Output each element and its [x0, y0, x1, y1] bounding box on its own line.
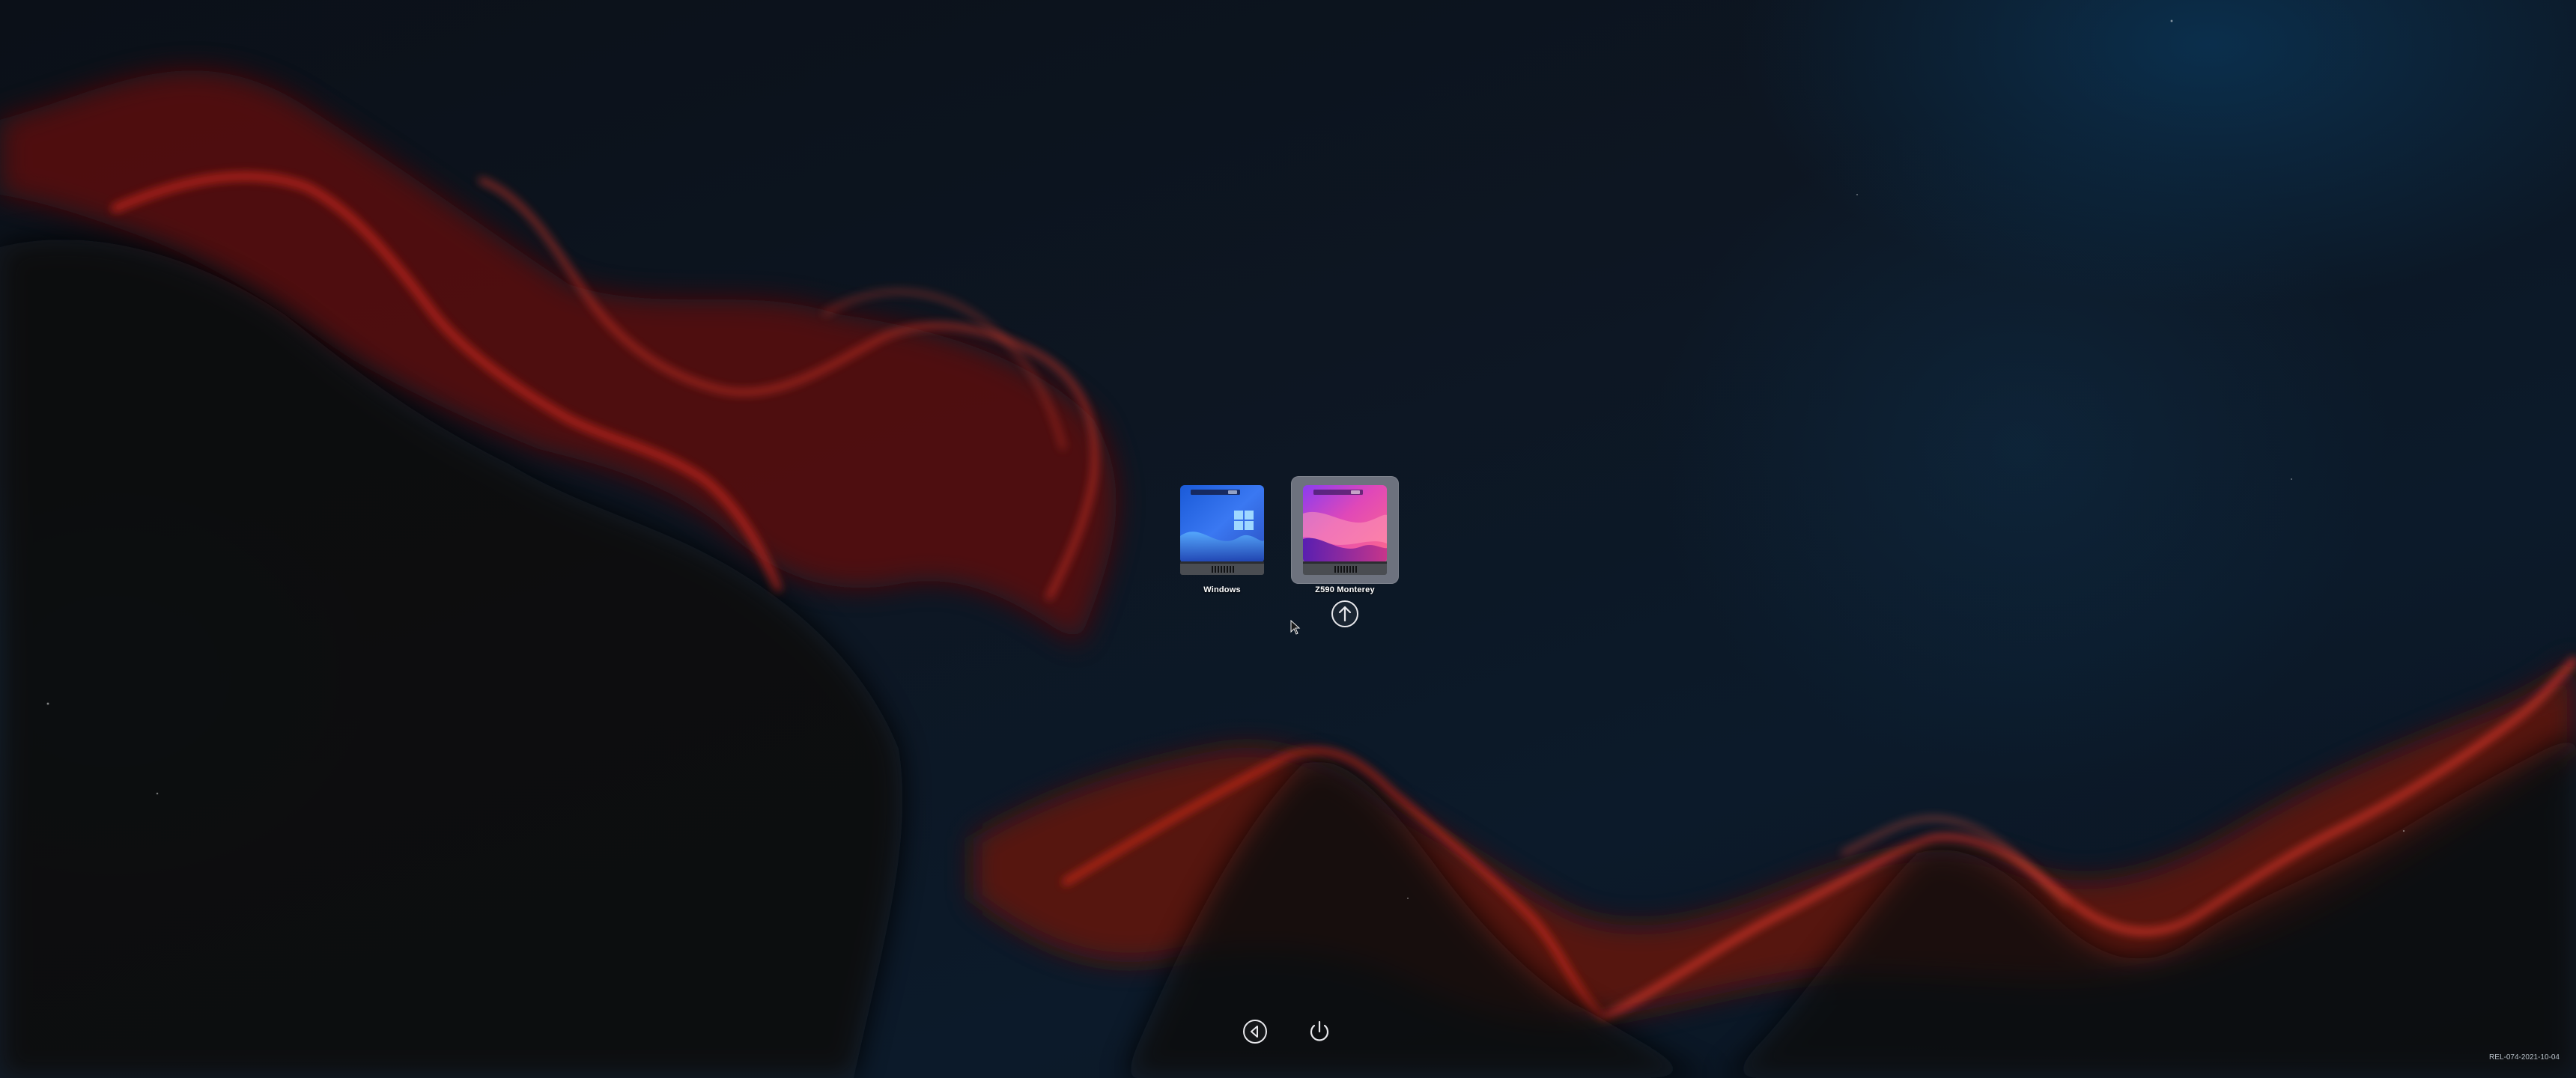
- disk-label-windows: Windows: [1203, 585, 1241, 594]
- disk-entry-z590-monterey[interactable]: Z590 Monterey: [1291, 476, 1399, 627]
- disk-entry-windows[interactable]: Windows: [1168, 476, 1276, 623]
- power-icon[interactable]: [1306, 1018, 1333, 1045]
- version-label: REL-074-2021-10-04: [2489, 1053, 2560, 1062]
- boot-disk-list: Windows Z590 Monterey: [1168, 476, 1408, 627]
- windows-disk-icon: [1180, 485, 1264, 575]
- mouse-pointer-icon: [1290, 620, 1301, 635]
- disk-label-z590-monterey: Z590 Monterey: [1315, 585, 1375, 594]
- back-arrow-circle-icon[interactable]: [1242, 1018, 1269, 1045]
- up-arrow-circle-icon[interactable]: [1330, 599, 1360, 629]
- macos-monterey-disk-icon: [1303, 485, 1387, 575]
- opencore-boot-picker: Windows Z590 Monterey REL-074-2021-10-04: [0, 0, 2576, 1078]
